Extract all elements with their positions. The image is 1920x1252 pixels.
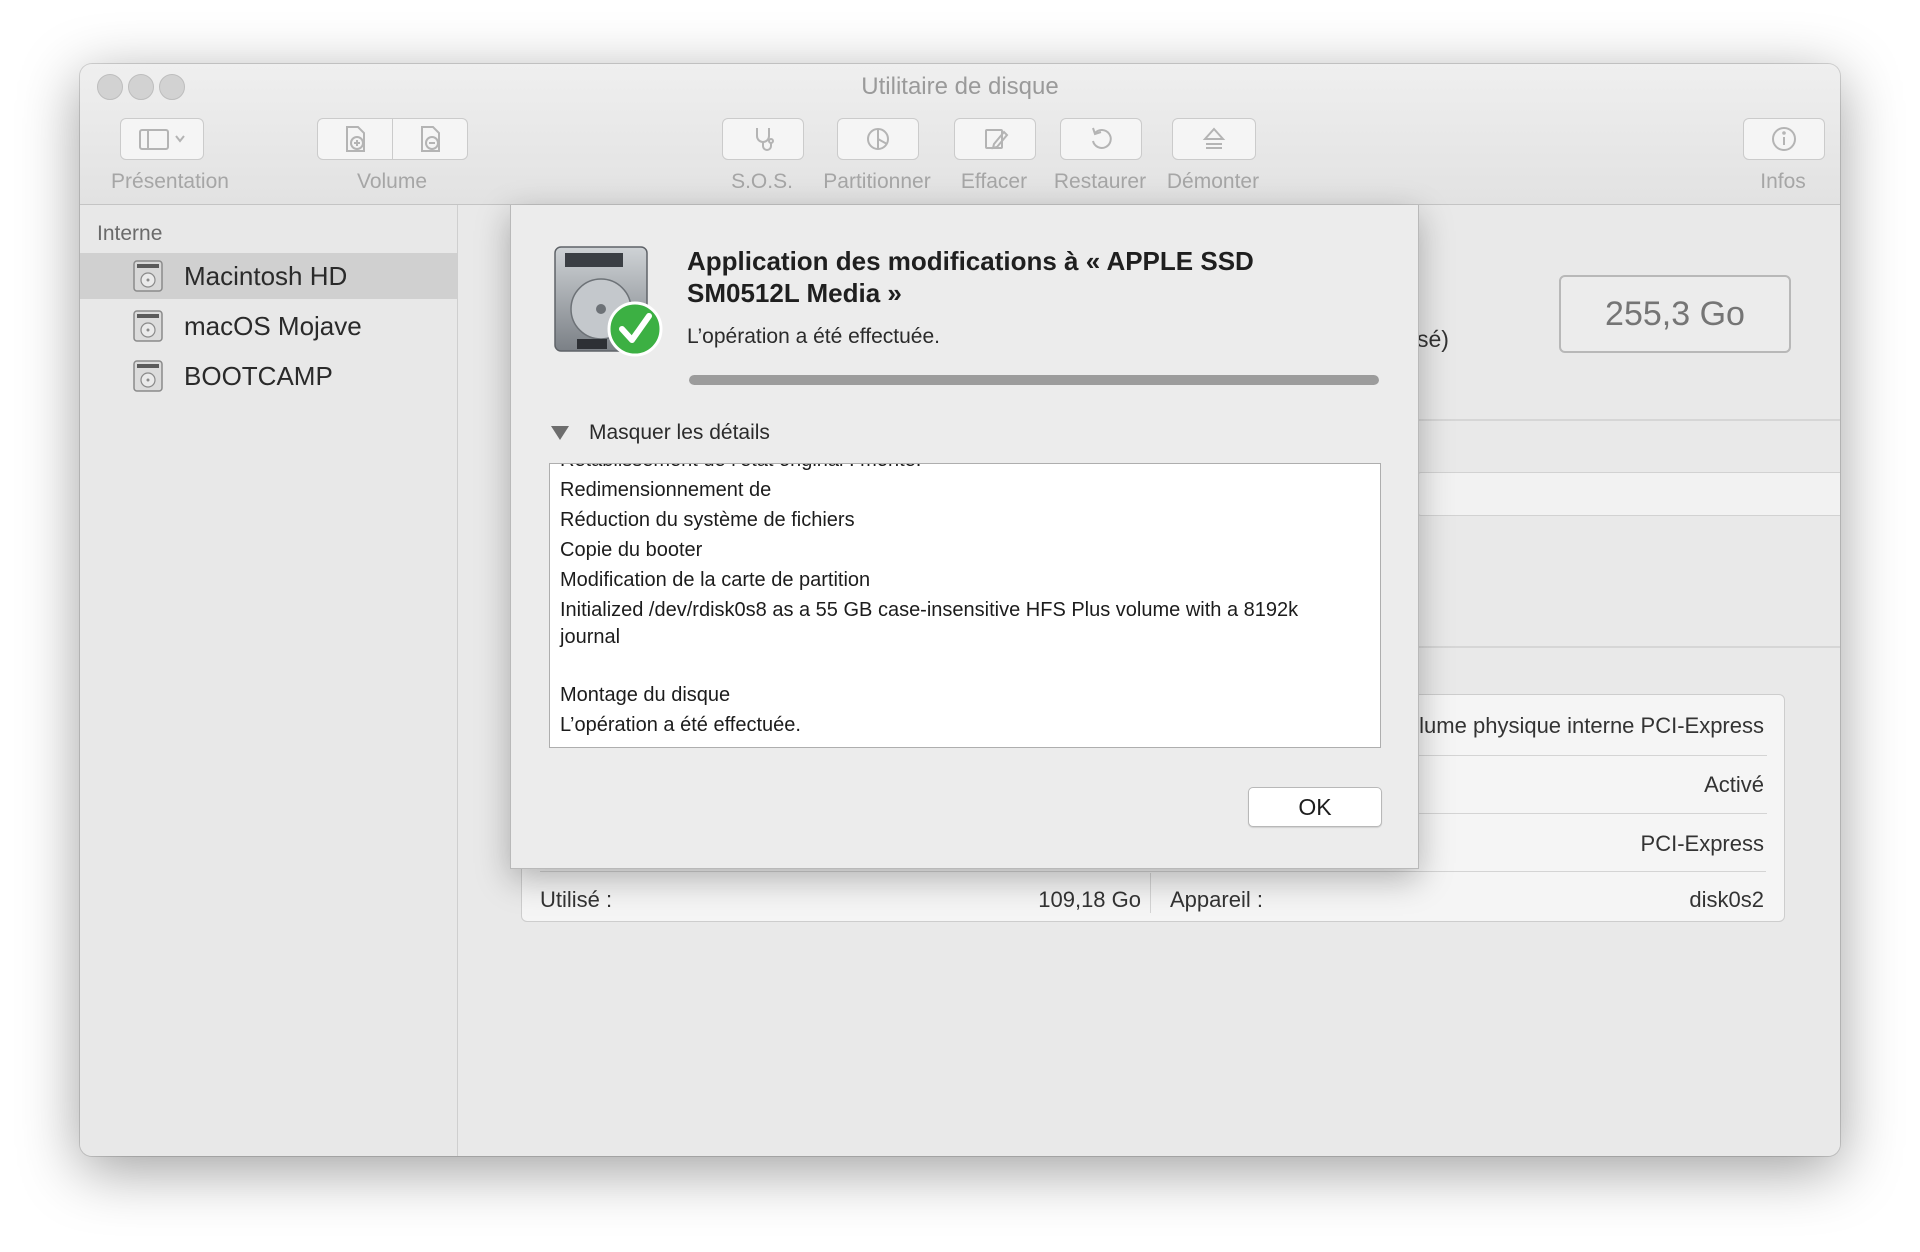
- log-line: Copie du booter: [560, 539, 703, 561]
- erase-control: [954, 118, 1036, 160]
- restore-label: Restaurer: [1053, 170, 1147, 193]
- operation-sheet: Application des modifications à « APPLE …: [510, 205, 1419, 869]
- connection-value: PCI-Express: [1640, 831, 1764, 856]
- presentation-button[interactable]: [120, 118, 204, 160]
- unmount-label: Démonter: [1166, 170, 1260, 193]
- unmount-button[interactable]: [1172, 118, 1256, 160]
- sidebar-item-label: BOOTCAMP: [184, 360, 333, 391]
- info-icon: [1772, 127, 1796, 151]
- info-button[interactable]: [1743, 118, 1825, 160]
- title-bar: Utilitaire de disque Présentation Volume…: [80, 64, 1840, 205]
- section-divider: [1417, 646, 1840, 648]
- presentation-control[interactable]: [120, 118, 204, 160]
- log-line: Modification de la carte de partition: [560, 569, 871, 591]
- window-title: Utilitaire de disque: [861, 73, 1059, 100]
- remove-volume-button[interactable]: [393, 118, 468, 160]
- first-aid-label: S.O.S.: [731, 170, 793, 193]
- sheet-status-text: L’opération a été effectuée.: [687, 325, 940, 348]
- log-line: Réduction du système de fichiers: [560, 509, 855, 531]
- remove-volume-icon: [421, 126, 440, 152]
- volume-label: Volume: [356, 170, 428, 193]
- volume-type-value: lume physique interne PCI-Express: [1419, 713, 1764, 738]
- log-line: Rétablissement de l’état original : mont…: [560, 464, 1360, 474]
- first-aid-control: [722, 118, 804, 160]
- sheet-title: Application des modifications à « APPLE …: [687, 246, 1254, 308]
- details-log-content: Rétablissement de l’état original : mont…: [560, 464, 1360, 742]
- device-value: disk0s2: [1689, 887, 1764, 912]
- capacity-display: 255,3 Go: [1559, 275, 1791, 353]
- sidebar-toggle-icon: [139, 129, 185, 150]
- add-volume-icon: [346, 126, 365, 152]
- log-line: Montage du disque: [560, 684, 731, 706]
- sidebar: Interne Macintosh HD macOS Mojave BOOTCA…: [80, 205, 458, 1156]
- device-label: Appareil :: [1170, 887, 1263, 912]
- column-divider: [1150, 873, 1151, 913]
- sidebar-item-macos-mojave[interactable]: macOS Mojave: [80, 303, 457, 349]
- info-control: [1743, 118, 1825, 160]
- section-divider: [1417, 419, 1840, 421]
- used-label: Utilisé :: [540, 887, 613, 912]
- presentation-label: Présentation: [111, 170, 229, 193]
- restore-arrow-icon: [1092, 127, 1112, 149]
- internal-disk-icon: [133, 310, 163, 342]
- sidebar-item-macintosh-hd[interactable]: Macintosh HD: [80, 253, 457, 299]
- volume-usage-bar: [1417, 472, 1840, 516]
- status-value: Activé: [1704, 772, 1764, 797]
- disclosure-triangle-icon[interactable]: [551, 426, 569, 440]
- log-line: Redimensionnement de: [560, 479, 772, 501]
- sidebar-item-label: Macintosh HD: [184, 260, 348, 291]
- partition-control: [837, 118, 919, 160]
- sidebar-item-label: macOS Mojave: [184, 310, 362, 341]
- unmount-control: [1172, 118, 1256, 160]
- erase-button[interactable]: [954, 118, 1036, 160]
- partition-label: Partitionner: [823, 170, 931, 193]
- eject-icon: [1202, 127, 1226, 149]
- sidebar-section-internal: Interne: [97, 222, 163, 245]
- erase-pencil-icon: [985, 129, 1009, 150]
- disk-utility-window: Utilitaire de disque Présentation Volume…: [80, 64, 1840, 1156]
- volume-type-partial-text: sé): [1417, 326, 1449, 352]
- sidebar-item-bootcamp[interactable]: BOOTCAMP: [80, 353, 457, 399]
- erase-label: Effacer: [960, 170, 1028, 193]
- log-line: Initialized /dev/rdisk0s8 as a 55 GB cas…: [560, 599, 1299, 648]
- restore-control: [1060, 118, 1142, 160]
- ok-button[interactable]: OK: [1248, 787, 1382, 827]
- used-value: 109,18 Go: [1038, 887, 1141, 912]
- log-line: L’opération a été effectuée.: [560, 714, 801, 736]
- progress-fill: [689, 375, 1379, 385]
- row-divider: [540, 871, 1766, 872]
- pie-chart-icon: [867, 128, 889, 150]
- progress-bar: [689, 375, 1379, 385]
- details-disclosure-label: Masquer les détails: [589, 421, 770, 444]
- details-disclosure[interactable]: Masquer les détails: [551, 421, 770, 445]
- add-volume-button[interactable]: [317, 118, 393, 160]
- stethoscope-icon: [756, 128, 774, 151]
- internal-disk-icon: [133, 360, 163, 392]
- first-aid-button[interactable]: [722, 118, 804, 160]
- details-log[interactable]: Rétablissement de l’état original : mont…: [549, 463, 1381, 748]
- volume-controls: [317, 118, 468, 160]
- internal-disk-icon: [133, 260, 163, 292]
- disk-success-icon: [554, 246, 663, 357]
- info-label: Infos: [1760, 170, 1806, 193]
- restore-button[interactable]: [1060, 118, 1142, 160]
- partition-button[interactable]: [837, 118, 919, 160]
